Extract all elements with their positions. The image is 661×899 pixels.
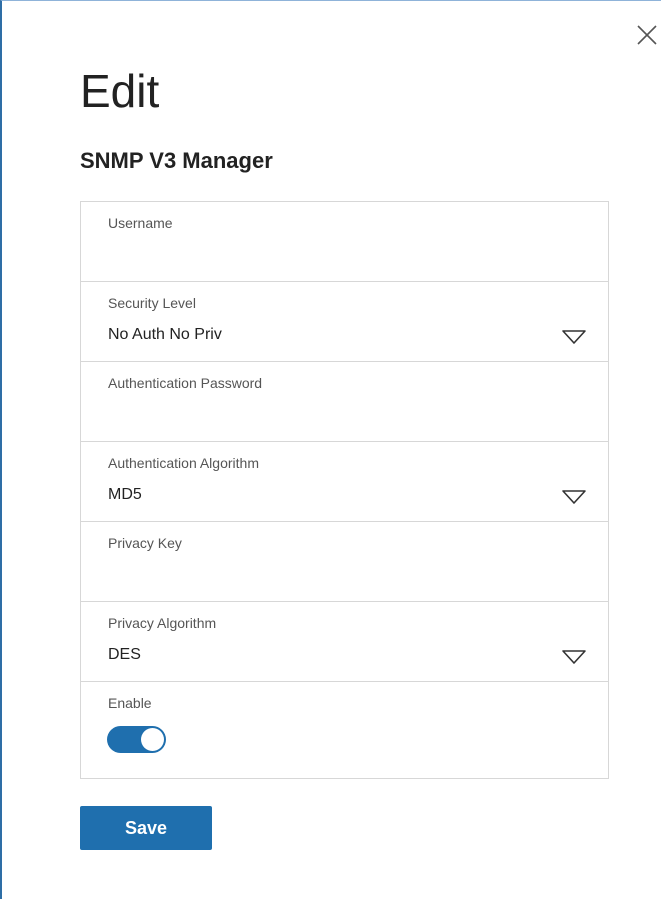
chevron-down-icon[interactable] xyxy=(561,489,587,505)
privacy-algorithm-label: Privacy Algorithm xyxy=(108,615,217,631)
chevron-down-icon[interactable] xyxy=(561,649,587,665)
username-label: Username xyxy=(108,215,173,231)
close-icon xyxy=(637,25,657,45)
dialog-subtitle: SNMP V3 Manager xyxy=(80,148,273,173)
privacy-algorithm-select[interactable]: Privacy Algorithm DES xyxy=(81,602,608,682)
chevron-down-icon[interactable] xyxy=(561,329,587,345)
username-field: Username xyxy=(81,202,608,282)
auth-algorithm-label: Authentication Algorithm xyxy=(108,455,259,471)
auth-algorithm-select[interactable]: Authentication Algorithm MD5 xyxy=(81,442,608,522)
auth-password-field: Authentication Password xyxy=(81,362,608,442)
privacy-key-label: Privacy Key xyxy=(108,535,182,551)
privacy-algorithm-value: DES xyxy=(108,646,141,663)
auth-password-input[interactable] xyxy=(107,402,577,430)
privacy-key-input[interactable] xyxy=(107,562,577,590)
security-level-value: No Auth No Priv xyxy=(108,326,222,343)
username-input[interactable] xyxy=(107,242,577,270)
enable-toggle[interactable] xyxy=(107,726,166,753)
auth-algorithm-value: MD5 xyxy=(108,486,142,503)
security-level-label: Security Level xyxy=(108,295,196,311)
save-button[interactable]: Save xyxy=(80,806,212,850)
enable-field: Enable xyxy=(81,682,608,777)
security-level-select[interactable]: Security Level No Auth No Priv xyxy=(81,282,608,362)
edit-dialog: Edit SNMP V3 Manager Username Security L… xyxy=(0,0,661,899)
auth-password-label: Authentication Password xyxy=(108,375,263,391)
enable-label: Enable xyxy=(108,695,152,711)
snmp-form: Username Security Level No Auth No Priv … xyxy=(80,201,609,779)
privacy-key-field: Privacy Key xyxy=(81,522,608,602)
toggle-knob xyxy=(141,728,164,751)
close-button[interactable] xyxy=(636,24,658,46)
dialog-title: Edit xyxy=(80,65,160,117)
